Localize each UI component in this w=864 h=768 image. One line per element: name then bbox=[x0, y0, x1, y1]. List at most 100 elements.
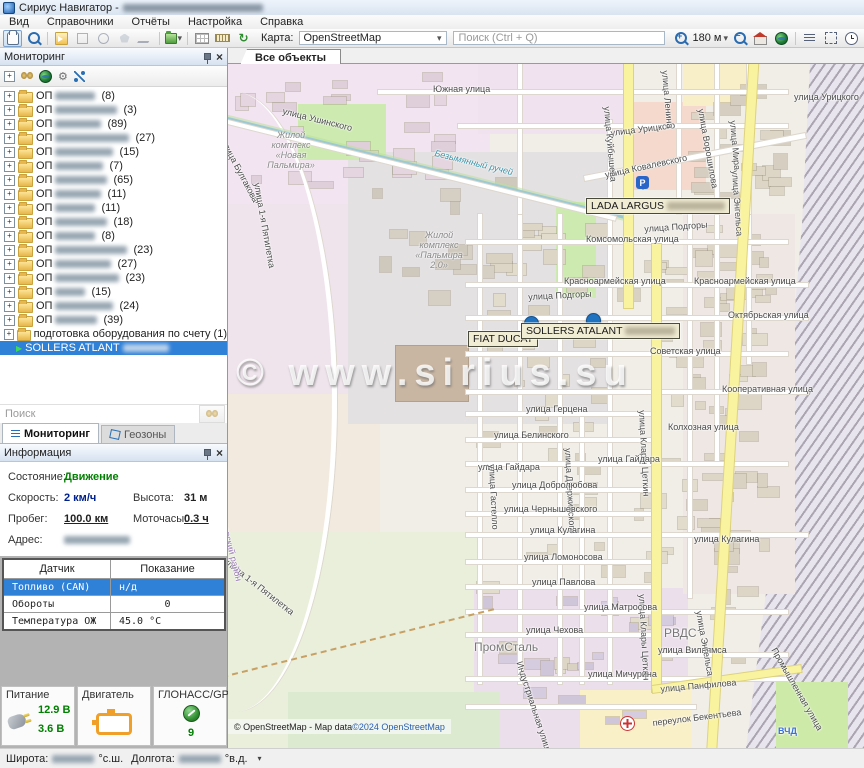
pin-icon[interactable] bbox=[204, 53, 211, 60]
tree-item-count: (24) bbox=[119, 300, 139, 312]
tree-item[interactable]: +ОП(27) bbox=[0, 257, 227, 271]
tree-item[interactable]: +ОП(27) bbox=[0, 131, 227, 145]
map-building bbox=[441, 189, 460, 201]
menu-item-3[interactable]: Настройка bbox=[179, 15, 251, 29]
tree-item-redacted bbox=[55, 106, 117, 114]
layers-button[interactable]: ▾ bbox=[164, 30, 183, 47]
edit-object-button[interactable] bbox=[52, 30, 71, 47]
expander-icon[interactable]: + bbox=[4, 231, 15, 242]
zoom-tool-button[interactable] bbox=[24, 30, 43, 47]
map-canvas[interactable]: Южная улицаулица УшинскогоБезымянный руч… bbox=[228, 64, 864, 748]
folder-icon bbox=[18, 120, 33, 131]
menu-item-4[interactable]: Справка bbox=[251, 15, 312, 29]
expander-icon[interactable]: + bbox=[4, 119, 15, 130]
expander-icon[interactable]: + bbox=[4, 301, 15, 312]
expander-icon[interactable]: + bbox=[4, 105, 15, 116]
map-building bbox=[380, 257, 391, 272]
menu-item-2[interactable]: Отчёты bbox=[123, 15, 179, 29]
sensor-row[interactable]: Обороты0 bbox=[3, 596, 225, 613]
scale-select[interactable]: 180 м ▾ bbox=[692, 32, 728, 44]
tree-search-row: Поиск bbox=[0, 404, 227, 423]
select-area-button[interactable] bbox=[821, 30, 840, 47]
attribution-link[interactable]: ©2024 OpenStreetMap bbox=[352, 722, 445, 732]
expander-icon[interactable]: + bbox=[4, 91, 15, 102]
expander-icon[interactable]: + bbox=[4, 315, 15, 326]
expander-icon[interactable]: + bbox=[4, 133, 15, 144]
expander-icon[interactable]: + bbox=[4, 259, 15, 270]
tree-item[interactable]: +ОП(18) bbox=[0, 215, 227, 229]
object-tree: +ОП(8)+ОП(3)+ОП(89)+ОП(27)+ОП(15)+ОП(7)+… bbox=[0, 87, 227, 360]
vehicle-label[interactable]: LADA LARGUS bbox=[586, 198, 730, 214]
splitter-handle-icon[interactable]: ▾ bbox=[258, 754, 262, 763]
home-button[interactable] bbox=[751, 30, 770, 47]
show-on-map-button[interactable] bbox=[39, 70, 52, 83]
ruler-button[interactable] bbox=[213, 30, 232, 47]
map-tab-all-objects[interactable]: Все объекты bbox=[240, 49, 341, 65]
menu-item-0[interactable]: Вид bbox=[0, 15, 38, 29]
tree-item[interactable]: +ОП(11) bbox=[0, 187, 227, 201]
online-maps-button[interactable] bbox=[772, 30, 791, 47]
tree-item[interactable]: +ОП(24) bbox=[0, 299, 227, 313]
zoom-in-button[interactable] bbox=[671, 30, 690, 47]
expander-icon[interactable]: + bbox=[4, 189, 15, 200]
sidebar-tab-Мониторинг[interactable]: Мониторинг bbox=[2, 423, 99, 443]
find-object-button[interactable] bbox=[21, 72, 33, 80]
expander-icon[interactable]: + bbox=[4, 217, 15, 228]
street-label: ВЧД bbox=[778, 726, 797, 736]
add-polyline-button[interactable] bbox=[136, 30, 155, 47]
expander-icon[interactable]: + bbox=[4, 245, 15, 256]
expander-icon[interactable]: + bbox=[4, 161, 15, 172]
close-icon[interactable]: × bbox=[216, 52, 223, 62]
expander-icon[interactable]: + bbox=[4, 175, 15, 186]
expander-icon[interactable]: + bbox=[4, 329, 14, 340]
settings-button[interactable]: ⚙ bbox=[58, 71, 68, 82]
expander-icon[interactable]: + bbox=[4, 273, 15, 284]
track-button[interactable] bbox=[74, 71, 85, 82]
tree-item[interactable]: +ОП(39) bbox=[0, 313, 227, 327]
add-polygon-button[interactable] bbox=[115, 30, 134, 47]
grid-button[interactable] bbox=[192, 30, 211, 47]
close-icon[interactable]: × bbox=[216, 448, 223, 458]
tree-item[interactable]: +ОП(15) bbox=[0, 145, 227, 159]
refresh-button[interactable]: ↻ bbox=[234, 30, 253, 47]
tree-search-input[interactable]: Поиск bbox=[0, 408, 199, 420]
tree-item-selected[interactable]: ▶SOLLERS ATLANT bbox=[0, 341, 227, 355]
map-provider-select[interactable]: OpenStreetMap ▾ bbox=[299, 31, 447, 45]
map-building bbox=[753, 363, 766, 376]
tree-item[interactable]: +ОП(8) bbox=[0, 89, 227, 103]
mileage-value[interactable]: 100.0 км bbox=[64, 513, 108, 525]
global-search-input[interactable]: Поиск (Ctrl + Q) bbox=[453, 31, 666, 45]
expander-icon[interactable]: + bbox=[4, 203, 15, 214]
hours-value[interactable]: 0.3 ч bbox=[184, 513, 209, 525]
vehicle-label[interactable]: SOLLERS ATALANT bbox=[521, 323, 680, 339]
tree-item[interactable]: +подготовка оборудования по счету (1) bbox=[0, 327, 227, 341]
expander-icon[interactable]: + bbox=[4, 287, 15, 298]
tree-item[interactable]: +ОП(15) bbox=[0, 285, 227, 299]
pan-tool-button[interactable] bbox=[3, 30, 22, 47]
tree-item[interactable]: +ОП(8) bbox=[0, 229, 227, 243]
tree-item[interactable]: +ОП(7) bbox=[0, 159, 227, 173]
expander-icon[interactable]: + bbox=[4, 147, 15, 158]
tree-item[interactable]: +ОП(23) bbox=[0, 243, 227, 257]
legend-button[interactable] bbox=[800, 30, 819, 47]
sensor-row[interactable]: Топливо (CAN)н/д bbox=[3, 579, 225, 596]
tree-search-button[interactable] bbox=[199, 405, 225, 423]
sidebar-tab-Геозоны[interactable]: Геозоны bbox=[101, 425, 175, 443]
expand-all-button[interactable]: + bbox=[4, 71, 15, 82]
sensors-header-row: Датчик Показание bbox=[3, 559, 225, 579]
pin-icon[interactable] bbox=[204, 449, 211, 456]
menu-item-1[interactable]: Справочники bbox=[38, 15, 123, 29]
title-bar[interactable]: Сириус Навигатор - bbox=[0, 0, 864, 15]
longitude-label: Долгота: bbox=[131, 753, 175, 765]
history-button[interactable] bbox=[842, 30, 861, 47]
tree-item[interactable]: +ОП(89) bbox=[0, 117, 227, 131]
tree-item[interactable]: +ОП(3) bbox=[0, 103, 227, 117]
zoom-out-button[interactable] bbox=[730, 30, 749, 47]
sensor-row[interactable]: Температура ОЖ45.0 °C bbox=[3, 613, 225, 631]
add-circle-button[interactable] bbox=[94, 30, 113, 47]
tree-item[interactable]: +ОП(23) bbox=[0, 271, 227, 285]
tree-item[interactable]: +ОП(11) bbox=[0, 201, 227, 215]
map-road bbox=[715, 64, 719, 214]
add-rect-button[interactable] bbox=[73, 30, 92, 47]
tree-item[interactable]: +ОП(65) bbox=[0, 173, 227, 187]
